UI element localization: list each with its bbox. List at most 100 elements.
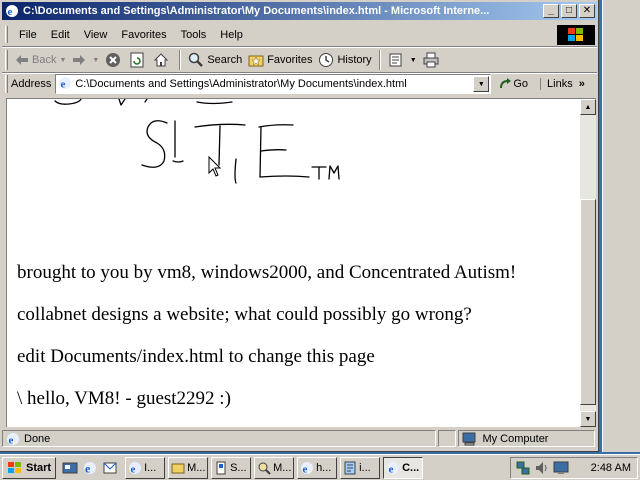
status-bar: e Done My Computer <box>2 429 597 448</box>
mouse-cursor-icon <box>208 155 222 177</box>
taskbar-item-4[interactable]: M... <box>254 456 295 479</box>
refresh-button[interactable] <box>127 49 150 71</box>
taskbar-item-active[interactable]: e C... <box>383 456 424 479</box>
outlook-launch-icon[interactable] <box>102 460 118 476</box>
network-icon[interactable] <box>515 460 531 476</box>
page-viewport[interactable]: brought to you by vm8, windows2000, and … <box>7 99 580 427</box>
standard-toolbar: Back ▼ ▼ Search Favorites History ▼ <box>2 48 597 72</box>
body-line-4: \ hello, VM8! - guest2292 :) <box>17 388 231 409</box>
back-label: Back <box>32 54 57 66</box>
print-icon <box>423 52 439 68</box>
task-ie-icon: e <box>387 461 400 475</box>
monitor-icon[interactable] <box>553 460 569 476</box>
history-label: History <box>337 54 372 66</box>
ie-launch-icon[interactable]: e <box>82 460 98 476</box>
menu-grip[interactable] <box>5 26 8 43</box>
system-tray: 2:48 AM <box>510 457 638 479</box>
body-line-1: brought to you by vm8, windows2000, and … <box>17 262 517 283</box>
close-button[interactable]: ✕ <box>579 4 595 18</box>
windows-flag-icon <box>8 461 21 473</box>
menu-tools[interactable]: Tools <box>174 27 214 43</box>
print-button[interactable] <box>420 49 445 71</box>
clock[interactable]: 2:48 AM <box>591 462 631 474</box>
taskbar-item-2[interactable]: M... <box>168 456 209 479</box>
task-label: M... <box>273 461 292 474</box>
back-button[interactable]: Back ▼ <box>12 49 69 71</box>
address-label: Address <box>11 78 52 90</box>
task-label: I... <box>144 461 157 474</box>
search-button[interactable]: Search <box>185 49 245 71</box>
toolbar-separator-2 <box>378 50 381 70</box>
address-dropdown-icon[interactable]: ▼ <box>473 76 490 92</box>
mail-button[interactable]: ▼ <box>385 49 420 71</box>
start-button[interactable]: Start <box>2 456 57 479</box>
taskbar-item-6[interactable]: i... <box>340 456 381 479</box>
back-dropdown-icon[interactable]: ▼ <box>59 57 66 64</box>
home-button[interactable] <box>150 49 175 71</box>
svg-text:e: e <box>61 78 66 90</box>
go-arrow-icon <box>500 78 512 89</box>
address-field[interactable]: e C:\Documents and Settings\Administrato… <box>55 74 492 94</box>
task-ie-icon: e <box>301 461 314 475</box>
menu-help[interactable]: Help <box>213 27 250 43</box>
scroll-thumb[interactable] <box>580 199 596 405</box>
go-button[interactable]: Go <box>499 78 528 90</box>
address-bar: Address e C:\Documents and Settings\Admi… <box>2 73 597 95</box>
page-done-icon: e <box>7 432 19 446</box>
task-folder-icon <box>171 463 185 473</box>
status-main: e Done <box>2 430 437 447</box>
links-chevron[interactable]: » <box>579 78 585 90</box>
task-ie-icon: e <box>129 461 142 475</box>
favorites-button[interactable]: Favorites <box>245 49 315 71</box>
history-button[interactable]: History <box>315 49 374 71</box>
toolbar-grip[interactable] <box>5 50 8 70</box>
minimize-button[interactable]: _ <box>543 4 559 18</box>
menu-file[interactable]: File <box>12 27 44 43</box>
vertical-scrollbar[interactable]: ▲ ▼ <box>580 99 596 427</box>
menu-favorites[interactable]: Favorites <box>114 27 173 43</box>
favorites-icon <box>248 55 264 67</box>
page-icon: e <box>58 76 72 93</box>
title-bar[interactable]: e C:\Documents and Settings\Administrato… <box>2 2 597 20</box>
task-notepad-icon <box>344 461 356 474</box>
taskbar-item-1[interactable]: e I... <box>125 456 166 479</box>
stop-button[interactable] <box>102 49 127 71</box>
task-label: h... <box>316 461 332 474</box>
taskbar-item-5[interactable]: e h... <box>297 456 338 479</box>
favorites-label: Favorites <box>267 54 313 66</box>
my-computer-icon <box>462 432 476 445</box>
back-arrow-icon <box>16 55 28 65</box>
mail-dropdown-icon[interactable]: ▼ <box>410 57 417 64</box>
quick-launch: e <box>62 460 122 476</box>
zone-label: My Computer <box>482 432 549 445</box>
taskbar-item-3[interactable]: S... <box>211 456 252 479</box>
stop-icon <box>106 53 121 67</box>
menu-bar: File Edit View Favorites Tools Help <box>2 24 597 45</box>
address-input[interactable]: C:\Documents and Settings\Administrator\… <box>75 78 473 90</box>
forward-button[interactable]: ▼ <box>69 49 102 71</box>
forward-arrow-icon <box>73 55 86 65</box>
svg-text:e: e <box>9 434 14 446</box>
go-label: Go <box>513 78 529 90</box>
maximize-button[interactable]: □ <box>561 4 577 18</box>
window-title: C:\Documents and Settings\Administrator\… <box>23 5 490 17</box>
status-blank-pane <box>438 430 457 447</box>
forward-dropdown-icon[interactable]: ▼ <box>92 57 99 64</box>
show-desktop-icon[interactable] <box>62 460 78 476</box>
menu-view[interactable]: View <box>77 27 115 43</box>
scroll-down-button[interactable]: ▼ <box>580 411 596 427</box>
svg-text:e: e <box>131 463 136 475</box>
svg-text:e: e <box>389 463 394 475</box>
scroll-up-button[interactable]: ▲ <box>580 99 596 115</box>
task-label: S... <box>230 461 247 474</box>
address-grip[interactable] <box>5 75 8 93</box>
hand-drawn-logo <box>54 99 340 184</box>
menu-edit[interactable]: Edit <box>44 27 77 43</box>
task-label: M... <box>187 461 206 474</box>
start-label: Start <box>26 461 52 474</box>
task-label: i... <box>359 461 371 474</box>
background-window-edge[interactable] <box>602 0 640 452</box>
sound-icon[interactable] <box>534 460 550 476</box>
body-line-3: edit Documents/index.html to change this… <box>17 346 375 367</box>
links-label[interactable]: Links <box>540 78 573 90</box>
